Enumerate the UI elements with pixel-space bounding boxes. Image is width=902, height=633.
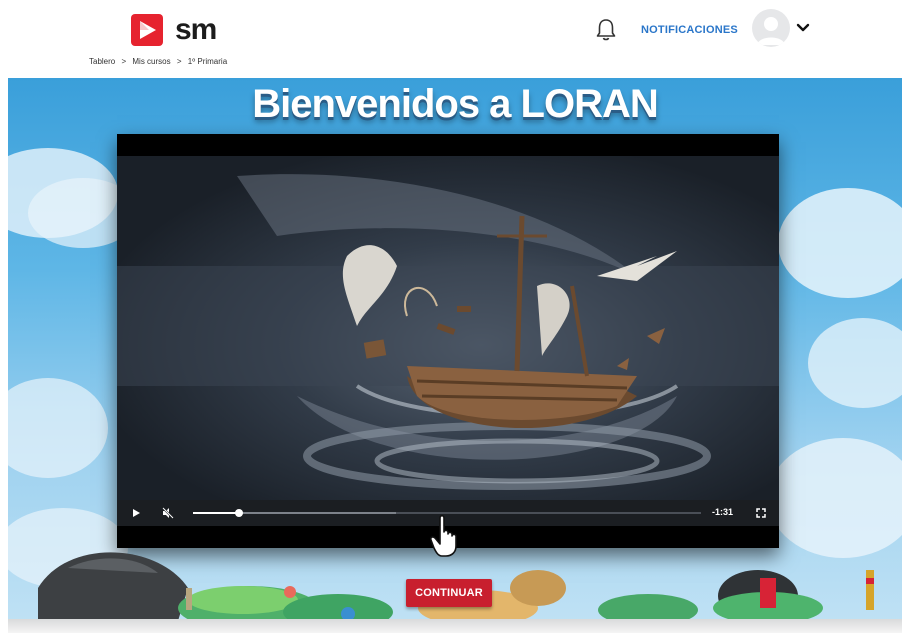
- mute-button[interactable]: [159, 500, 177, 526]
- breadcrumb-tablero[interactable]: Tablero: [89, 57, 115, 66]
- seek-handle[interactable]: [234, 509, 243, 517]
- video-player[interactable]: -1:31: [117, 134, 779, 548]
- fullscreen-button[interactable]: [753, 500, 769, 526]
- breadcrumb-separator: >: [121, 57, 127, 66]
- play-icon: [133, 509, 140, 517]
- breadcrumb-current: 1º Primaria: [187, 57, 228, 66]
- breadcrumb-separator: >: [176, 57, 182, 66]
- chevron-down-icon[interactable]: [796, 22, 810, 34]
- time-remaining: -1:31: [712, 507, 734, 517]
- brand-wordmark: sm: [175, 13, 217, 46]
- breadcrumb: Tablero > Mis cursos > 1º Primaria: [89, 57, 231, 66]
- stage-shadow: [8, 619, 902, 633]
- video-frame-ship-whirlpool: [117, 156, 779, 500]
- user-avatar[interactable]: [752, 9, 790, 47]
- hand-cursor-icon: [430, 514, 457, 557]
- cloud: [778, 188, 902, 298]
- cloud: [8, 378, 108, 478]
- played-range: [193, 512, 239, 514]
- cloud: [808, 318, 902, 408]
- welcome-title: Bienvenidos a LORAN: [252, 82, 659, 126]
- bell-icon[interactable]: [595, 17, 617, 43]
- sm-logo[interactable]: sm: [131, 13, 217, 47]
- breadcrumb-mis-cursos[interactable]: Mis cursos: [132, 57, 170, 66]
- fullscreen-icon: [756, 508, 766, 518]
- continue-button[interactable]: CONTINUAR: [406, 579, 492, 607]
- logo-mark: [131, 14, 163, 46]
- notifications-link[interactable]: NOTIFICACIONES: [641, 24, 738, 36]
- play-button[interactable]: [127, 500, 145, 526]
- cloud: [768, 438, 902, 558]
- top-header: sm NOTIFICACIONES: [0, 0, 902, 58]
- mute-icon: [162, 507, 174, 519]
